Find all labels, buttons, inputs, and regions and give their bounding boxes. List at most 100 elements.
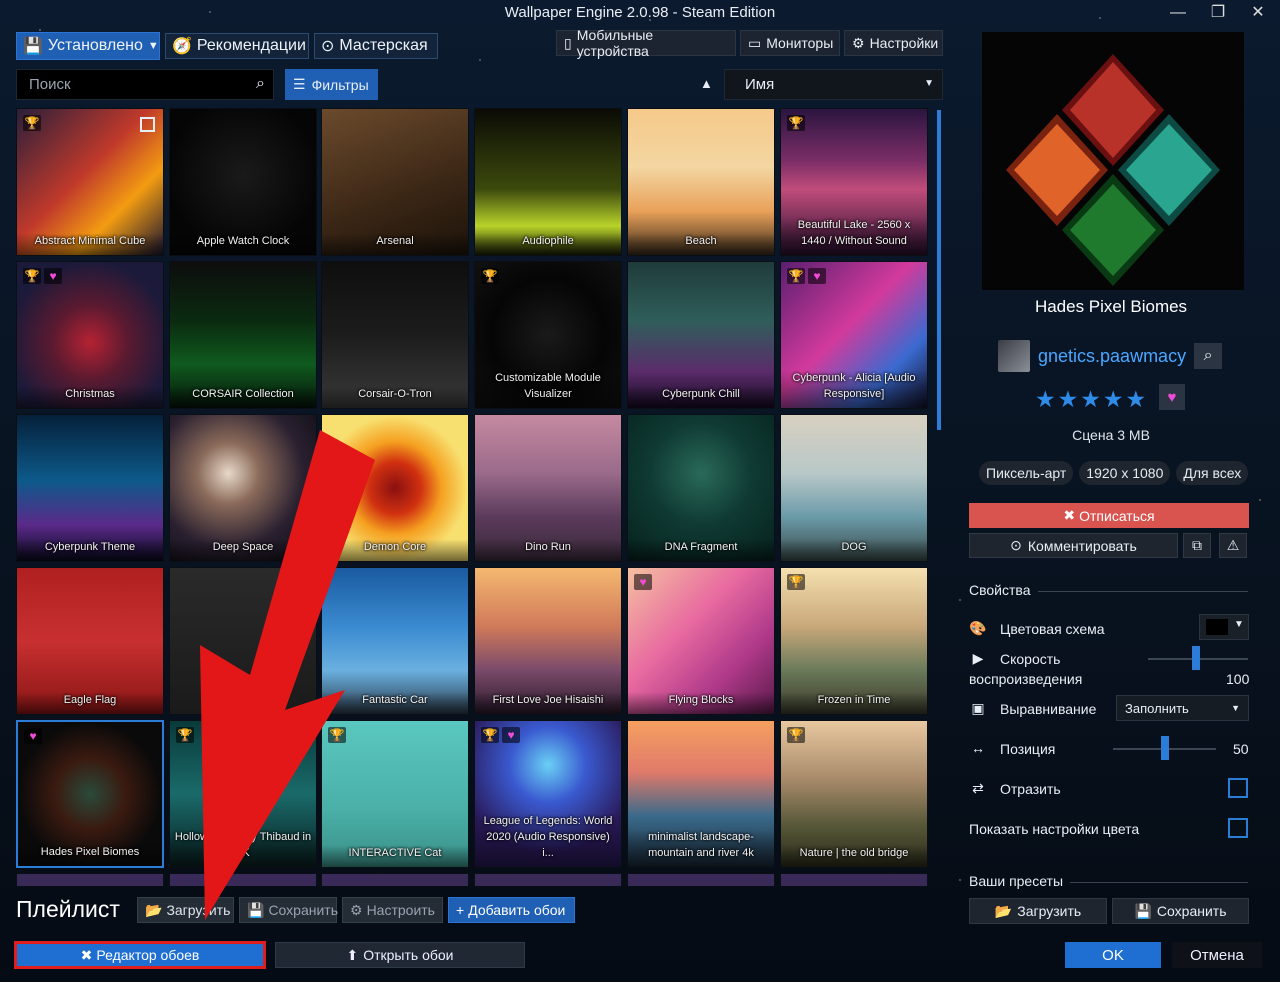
plus-icon: + (456, 902, 465, 918)
preset-load-button[interactable]: 📂 Загрузить (969, 898, 1107, 924)
tag[interactable]: 1920 x 1080 (1079, 461, 1171, 485)
tab-recommendations[interactable]: 🧭 Рекомендации (165, 33, 309, 59)
sort-select[interactable]: Имя ▼ (724, 69, 943, 100)
wallpaper-tile[interactable] (169, 873, 317, 886)
search-input[interactable] (17, 70, 247, 99)
alignment-select[interactable]: Заполнить ▼ (1116, 695, 1249, 721)
wallpaper-tile[interactable]: Demon Core (321, 414, 469, 562)
mobile-devices-button[interactable]: ▯ Мобильные устройства (556, 27, 736, 59)
wallpaper-tile[interactable]: Apple Watch Clock (169, 108, 317, 256)
preset-save-button[interactable]: 💾 Сохранить (1112, 898, 1249, 924)
star-icon: ★ (1057, 386, 1079, 412)
arrows-horizontal-icon: ↔ (971, 740, 985, 756)
wallpaper-tile[interactable]: Deep Space (169, 414, 317, 562)
settings-button[interactable]: ⚙ Настройки (844, 30, 943, 56)
speed-slider-thumb[interactable] (1192, 646, 1200, 670)
mirror-checkbox[interactable] (1228, 778, 1248, 798)
tab-workshop[interactable]: ⊙ Мастерская (314, 33, 438, 59)
wallpaper-label: Demon Core (322, 539, 468, 561)
open-wallpaper-button[interactable]: ⬆ Открыть обои (275, 942, 525, 968)
wallpaper-tile[interactable]: 🏆 ♥ Cyberpunk - Alicia [Audio Responsive] (780, 261, 928, 409)
wallpaper-tile[interactable]: Eagle Flag (16, 567, 164, 715)
wallpaper-tile[interactable] (321, 873, 469, 886)
folder-open-icon: 📂 (145, 901, 163, 918)
filters-button[interactable]: ☰ Фильтры (285, 69, 378, 100)
wallpaper-tile[interactable]: Audiophile (474, 108, 622, 256)
wallpaper-tile[interactable]: Beach (627, 108, 775, 256)
avatar[interactable] (998, 340, 1030, 372)
trophy-icon: 🏆 (481, 727, 499, 743)
tile-badges: 🏆 ♥ (787, 268, 826, 284)
search-author-button[interactable]: ⌕ (1194, 343, 1223, 369)
wallpaper-title: Hades Pixel Biomes (1034, 297, 1188, 316)
sort-direction-icon[interactable]: ▲ (700, 76, 713, 91)
wallpaper-tile[interactable] (474, 873, 622, 886)
ok-button[interactable]: OK (1065, 942, 1161, 968)
select-checkbox[interactable] (140, 117, 155, 132)
wallpaper-tile[interactable]: Cyberpunk Chill (627, 261, 775, 409)
wallpaper-label: Apple Watch Clock (170, 233, 316, 255)
editor-label: Редактор обоев (96, 947, 200, 963)
author-link[interactable]: gnetics.paawmacy (1038, 346, 1186, 367)
grid-scrollbar-thumb[interactable] (937, 110, 941, 430)
wallpaper-tile[interactable]: CORSAIR Collection (169, 261, 317, 409)
wallpaper-tile[interactable]: DOG (780, 414, 928, 562)
position-slider-thumb[interactable] (1161, 736, 1169, 760)
wallpaper-tile[interactable]: Cyberpunk Theme (16, 414, 164, 562)
close-icon[interactable]: ✕ (1240, 2, 1276, 26)
tab-installed[interactable]: 💾 Установлено ▼ (16, 32, 160, 60)
favorite-button[interactable]: ♥ (1159, 384, 1185, 410)
wallpaper-preview (982, 32, 1244, 290)
restore-icon[interactable]: ❐ (1200, 2, 1236, 26)
wallpaper-tile[interactable]: Arsenal (321, 108, 469, 256)
monitors-button[interactable]: ▭ Мониторы (740, 30, 840, 56)
wallpaper-tile[interactable]: minimalist landscape-mountain and river … (627, 720, 775, 868)
wallpaper-label: minimalist landscape-mountain and river … (628, 829, 774, 867)
tag[interactable]: Пиксель-арт (979, 461, 1074, 485)
wallpaper-tile[interactable]: First Love Joe Hisaishi (474, 567, 622, 715)
wallpaper-tile[interactable]: Corsair-O-Tron (321, 261, 469, 409)
wallpaper-tile[interactable]: 🏆 Beautiful Lake - 2560 x 1440 / Without … (780, 108, 928, 256)
minimize-icon[interactable]: — (1160, 2, 1196, 26)
playlist-add-button[interactable]: + Добавить обои (448, 897, 575, 923)
wallpaper-tile[interactable]: ♥ Hades Pixel Biomes (16, 720, 164, 868)
wallpaper-tile[interactable]: 🏆 Customizable Module Visualizer (474, 261, 622, 409)
wallpaper-tile[interactable] (16, 873, 164, 886)
search-icon[interactable]: ⌕ (256, 75, 265, 93)
wallpaper-editor-button[interactable]: ✖ Редактор обоев (14, 941, 266, 969)
wallpaper-tile[interactable] (627, 873, 775, 886)
playlist-save-button[interactable]: 💾 Сохранить (239, 897, 338, 923)
wallpaper-tile[interactable]: Fantastic Car (321, 567, 469, 715)
playlist-load-button[interactable]: 📂 Загрузить (137, 897, 234, 923)
wallpaper-tile[interactable]: 🏆 Frozen in Time (780, 567, 928, 715)
wallpaper-tile[interactable]: 🏆 Hollow Knight by Thibaud in 4K (169, 720, 317, 868)
position-value: 50 (1233, 741, 1249, 757)
wallpaper-label: First Love Joe Hisaishi (475, 692, 621, 714)
wallpaper-tile[interactable] (780, 873, 928, 886)
wallpaper-tile[interactable]: ♥ Flying Blocks (627, 567, 775, 715)
wallpaper-tile[interactable]: 🏆 INTERACTIVE Cat (321, 720, 469, 868)
wallpaper-label: Cyberpunk Chill (628, 386, 774, 408)
trophy-icon: 🏆 (787, 727, 805, 743)
swap-icon: ⇄ (972, 780, 984, 796)
cancel-button[interactable]: Отмена (1172, 942, 1262, 968)
show-color-checkbox[interactable] (1228, 818, 1248, 838)
unsubscribe-button[interactable]: ✖ Отписаться (969, 503, 1249, 528)
chevron-down-icon: ▼ (924, 78, 934, 89)
report-button[interactable]: ⚠ (1219, 533, 1247, 558)
wallpaper-label: INTERACTIVE Cat (322, 845, 468, 867)
monitors-label: Мониторы (766, 35, 834, 51)
wallpaper-tile[interactable]: 🏆 ♥ Christmas (16, 261, 164, 409)
copy-button[interactable]: ⧉ (1183, 533, 1211, 558)
comment-button[interactable]: ⊙ Комментировать (969, 533, 1178, 558)
color-picker[interactable]: ▼ (1199, 614, 1249, 640)
wallpaper-tile[interactable]: Dino Run (474, 414, 622, 562)
floppy-icon: 💾 (1134, 902, 1152, 919)
playlist-configure-button[interactable]: ⚙ Настроить (342, 897, 443, 923)
wallpaper-tile[interactable]: 🏆 Abstract Minimal Cube (16, 108, 164, 256)
tag[interactable]: Для всех (1176, 461, 1249, 485)
wallpaper-tile[interactable] (169, 567, 317, 715)
wallpaper-tile[interactable]: 🏆 ♥ League of Legends: World 2020 (Audio R… (474, 720, 622, 868)
wallpaper-tile[interactable]: DNA Fragment (627, 414, 775, 562)
wallpaper-tile[interactable]: 🏆 Nature | the old bridge (780, 720, 928, 868)
